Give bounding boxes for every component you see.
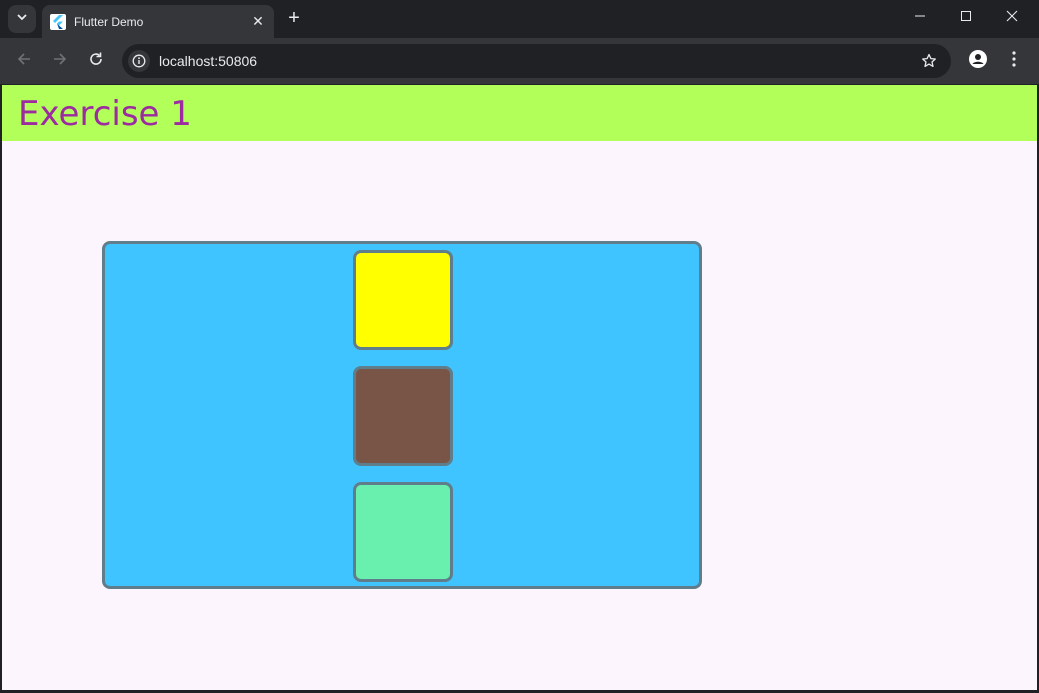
maximize-icon — [960, 9, 972, 27]
minimize-icon — [914, 9, 926, 27]
url-text[interactable]: localhost:50806 — [159, 53, 915, 69]
forward-button[interactable] — [46, 47, 74, 75]
new-tab-button[interactable]: + — [282, 6, 306, 30]
browser-window: Flutter Demo ✕ + localhost:50806 Exercis… — [0, 0, 1039, 693]
page-title: Exercise 1 — [18, 94, 192, 134]
arrow-right-icon — [52, 51, 68, 72]
boxes-container — [102, 241, 702, 589]
browser-menu-button[interactable] — [1000, 47, 1028, 75]
browser-toolbar: localhost:50806 — [0, 38, 1039, 84]
tab-strip: Flutter Demo ✕ + — [0, 0, 1039, 38]
site-info-icon[interactable] — [128, 50, 150, 72]
maximize-button[interactable] — [943, 0, 989, 36]
address-bar[interactable]: localhost:50806 — [122, 44, 951, 78]
app-bar: Exercise 1 — [2, 85, 1037, 141]
profile-button[interactable] — [964, 47, 992, 75]
reload-icon — [88, 51, 104, 72]
tab-title: Flutter Demo — [74, 14, 144, 29]
page-viewport: Exercise 1 — [2, 85, 1037, 690]
close-icon — [1006, 9, 1018, 27]
tab-flutter-demo[interactable]: Flutter Demo ✕ — [42, 5, 274, 38]
bookmark-star-icon[interactable] — [915, 47, 943, 75]
reload-button[interactable] — [82, 47, 110, 75]
minimize-button[interactable] — [897, 0, 943, 36]
brown-box — [353, 366, 453, 466]
back-button[interactable] — [10, 47, 38, 75]
close-tab-icon[interactable]: ✕ — [248, 12, 268, 32]
profile-avatar-icon — [968, 49, 988, 74]
close-window-button[interactable] — [989, 0, 1035, 36]
flutter-logo-icon — [50, 13, 66, 30]
chevron-down-icon — [16, 10, 28, 28]
more-vertical-icon — [1012, 50, 1016, 72]
tab-search-button[interactable] — [8, 5, 36, 33]
green-box — [353, 482, 453, 582]
arrow-left-icon — [16, 51, 32, 72]
yellow-box — [353, 250, 453, 350]
